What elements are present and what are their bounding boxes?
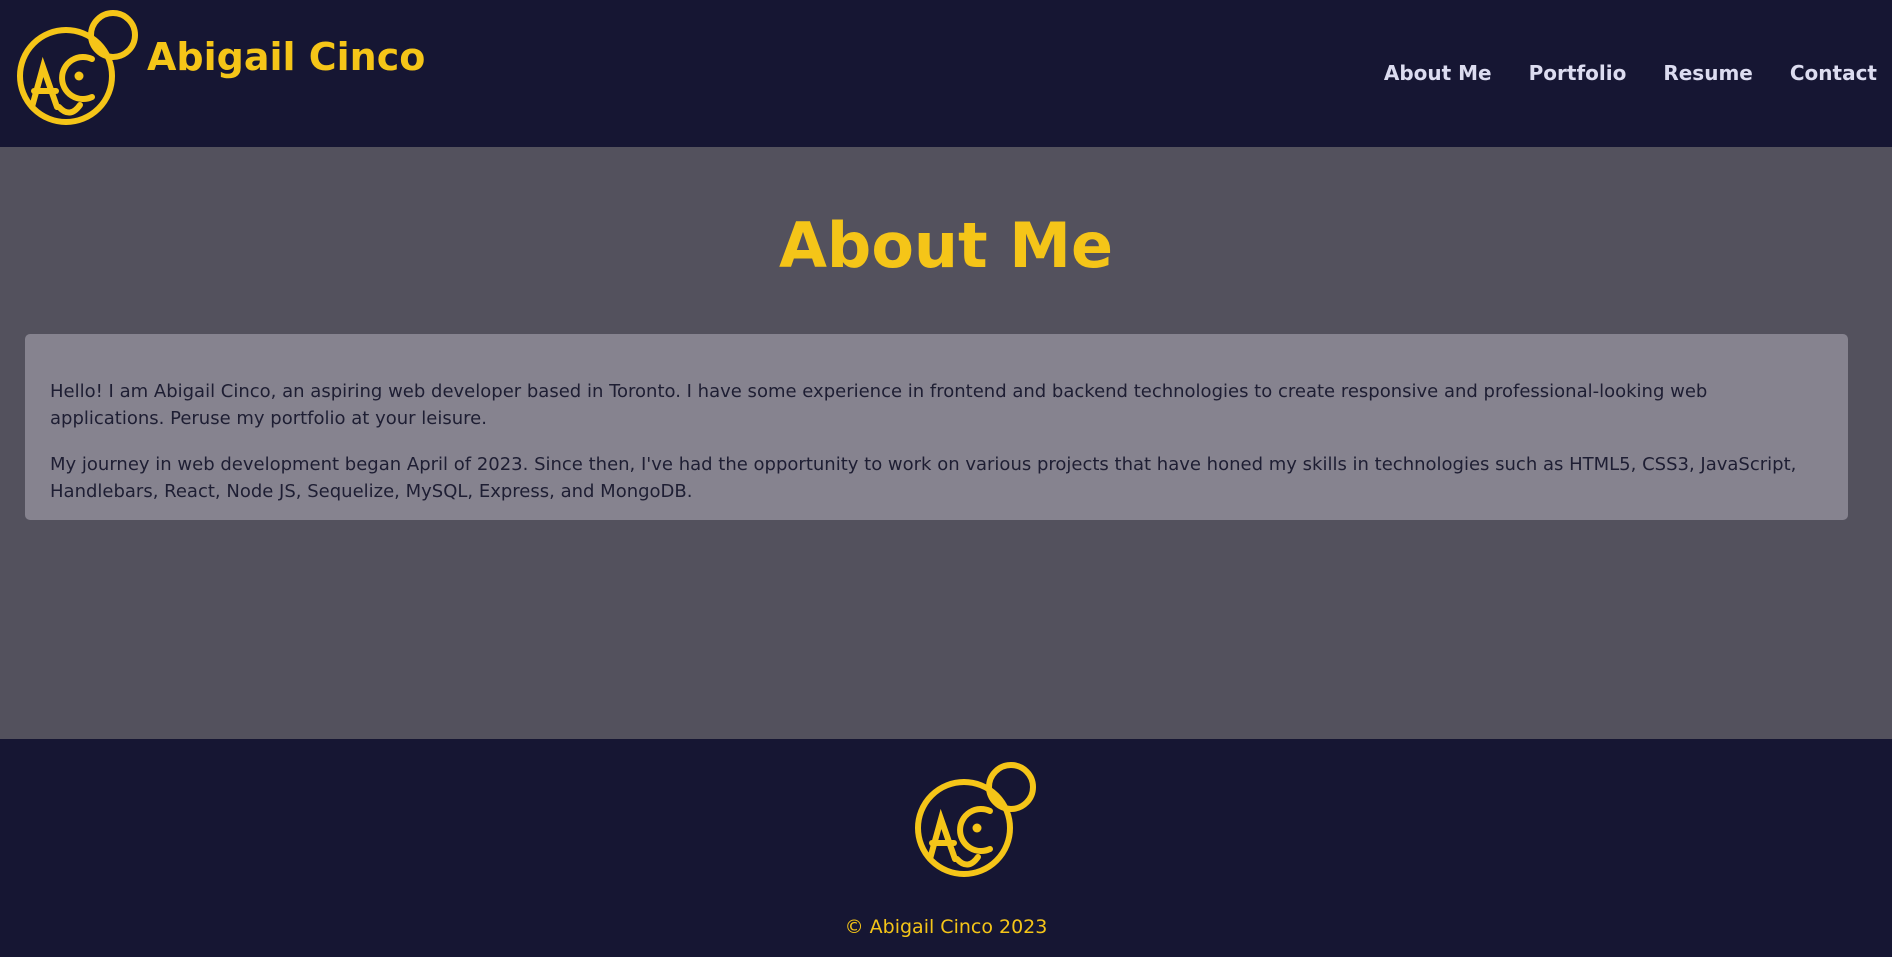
page: Abigail Cinco About Me Portfolio Resume … — [0, 0, 1892, 957]
main-nav: About Me Portfolio Resume Contact — [1347, 61, 1877, 85]
ac-logo-icon — [17, 10, 138, 125]
nav-contact[interactable]: Contact — [1790, 61, 1877, 85]
site-footer: © Abigail Cinco 2023 — [0, 739, 1892, 957]
about-card: Hello! I am Abigail Cinco, an aspiring w… — [25, 334, 1848, 520]
nav-portfolio[interactable]: Portfolio — [1529, 61, 1627, 85]
page-title: About Me — [778, 209, 1114, 282]
about-paragraph-journey: My journey in web development began Apri… — [50, 454, 1797, 502]
ac-logo-icon — [915, 762, 1036, 877]
nav-about-me[interactable]: About Me — [1384, 61, 1492, 85]
brand-name: Abigail Cinco — [147, 35, 426, 79]
site-header: Abigail Cinco About Me Portfolio Resume … — [0, 0, 1892, 147]
about-paragraph-intro: Hello! I am Abigail Cinco, an aspiring w… — [50, 381, 1708, 429]
brand-home-link[interactable]: Abigail Cinco — [12, 9, 425, 127]
main-content: About Me Hello! I am Abigail Cinco, an a… — [0, 147, 1892, 739]
nav-resume[interactable]: Resume — [1663, 61, 1753, 85]
copyright-text: © Abigail Cinco 2023 — [844, 916, 1048, 938]
